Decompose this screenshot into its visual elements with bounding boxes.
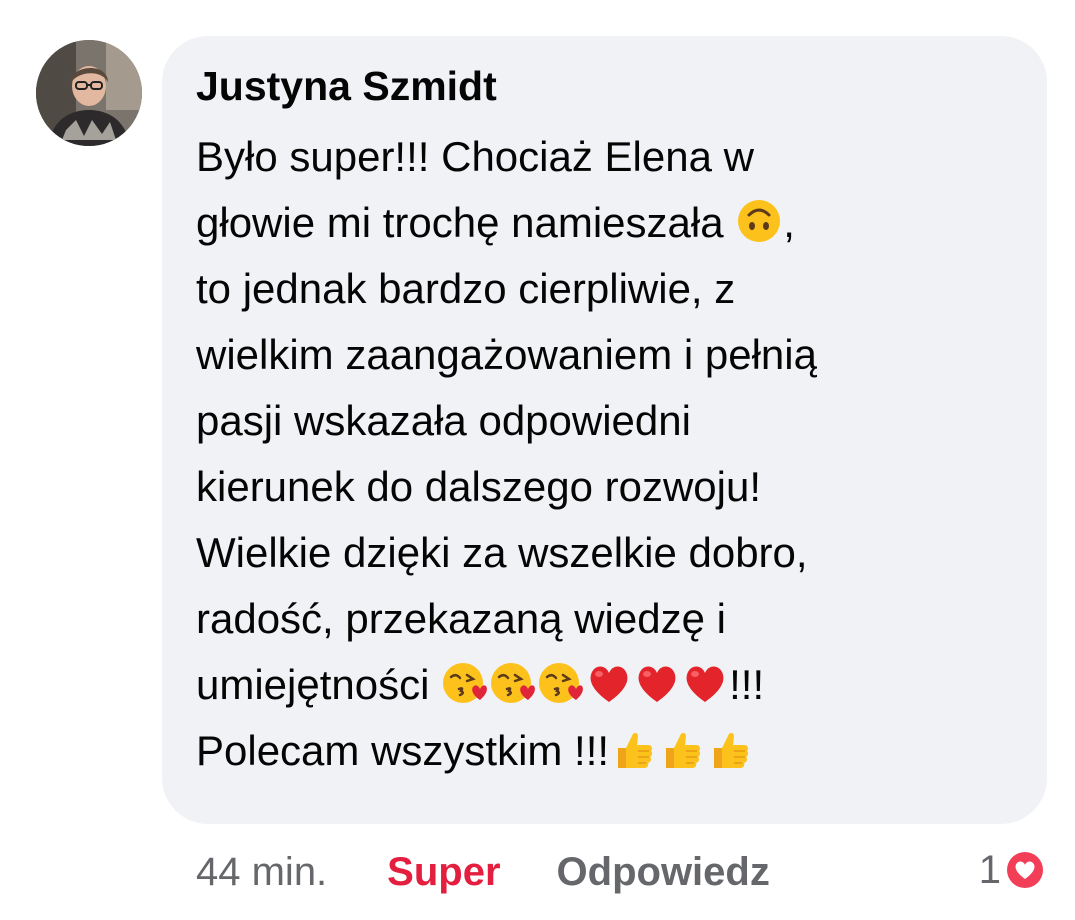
- comment-line: radość, przekazaną wiedzę i: [196, 586, 1036, 652]
- comment-text-segment: Wielkie dzięki za wszelkie dobro,: [196, 529, 808, 576]
- comment: Justyna Szmidt Było super!!! Chociaż Ele…: [0, 0, 1075, 920]
- red-heart-icon: [682, 660, 728, 706]
- thumbs-up-icon: [658, 726, 704, 772]
- reply-button[interactable]: Odpowiedz: [557, 850, 770, 895]
- comment-text-segment: pasji wskazała odpowiedni: [196, 397, 691, 444]
- face-blowing-kiss-icon: [442, 660, 488, 706]
- face-blowing-kiss-icon: [490, 660, 536, 706]
- comment-text-segment: głowie mi trochę namieszała: [196, 199, 736, 246]
- upside-down-face-icon: [736, 198, 782, 244]
- comment-text-segment: umiejętności: [196, 661, 442, 708]
- like-button[interactable]: Super: [387, 850, 500, 895]
- comment-timestamp[interactable]: 44 min.: [196, 850, 327, 895]
- comment-text-segment: to jednak bardzo cierpliwie, z: [196, 265, 736, 312]
- comment-text-segment: ,: [783, 199, 795, 246]
- thumbs-up-icon: [706, 726, 752, 772]
- comment-line: Było super!!! Chociaż Elena w: [196, 124, 1036, 190]
- thumbs-up-icon: [610, 726, 656, 772]
- comment-line: kierunek do dalszego rozwoju!: [196, 454, 1036, 520]
- face-blowing-kiss-icon: [538, 660, 584, 706]
- comment-line: Polecam wszystkim !!!: [196, 718, 1036, 784]
- comment-text-segment: kierunek do dalszego rozwoju!: [196, 463, 761, 510]
- comment-bubble: Justyna Szmidt Było super!!! Chociaż Ele…: [162, 36, 1047, 824]
- reaction-count: 1: [978, 847, 1001, 892]
- heart-reaction-icon: [1003, 848, 1047, 892]
- comment-line: to jednak bardzo cierpliwie, z: [196, 256, 1036, 322]
- comment-author[interactable]: Justyna Szmidt: [196, 58, 497, 114]
- comment-text-segment: Było super!!! Chociaż Elena w: [196, 133, 754, 180]
- comment-actions: 44 min. Super Odpowiedz: [196, 842, 770, 902]
- red-heart-icon: [586, 660, 632, 706]
- comment-line: pasji wskazała odpowiedni: [196, 388, 1036, 454]
- comment-line: Wielkie dzięki za wszelkie dobro,: [196, 520, 1036, 586]
- comment-text: Było super!!! Chociaż Elena w głowie mi t…: [196, 124, 1036, 784]
- comment-line: umiejętności !!!: [196, 652, 1036, 718]
- reaction-summary[interactable]: 1: [979, 840, 1047, 900]
- comment-text-segment: Polecam wszystkim !!!: [196, 727, 610, 774]
- avatar[interactable]: [36, 40, 142, 146]
- comment-text-segment: radość, przekazaną wiedzę i: [196, 595, 726, 642]
- red-heart-icon: [634, 660, 680, 706]
- comment-text-segment: wielkim zaangażowaniem i pełnią: [196, 331, 817, 378]
- comment-text-segment: !!!: [729, 661, 765, 708]
- comment-line: wielkim zaangażowaniem i pełnią: [196, 322, 1036, 388]
- comment-line: głowie mi trochę namieszała ,: [196, 190, 1036, 256]
